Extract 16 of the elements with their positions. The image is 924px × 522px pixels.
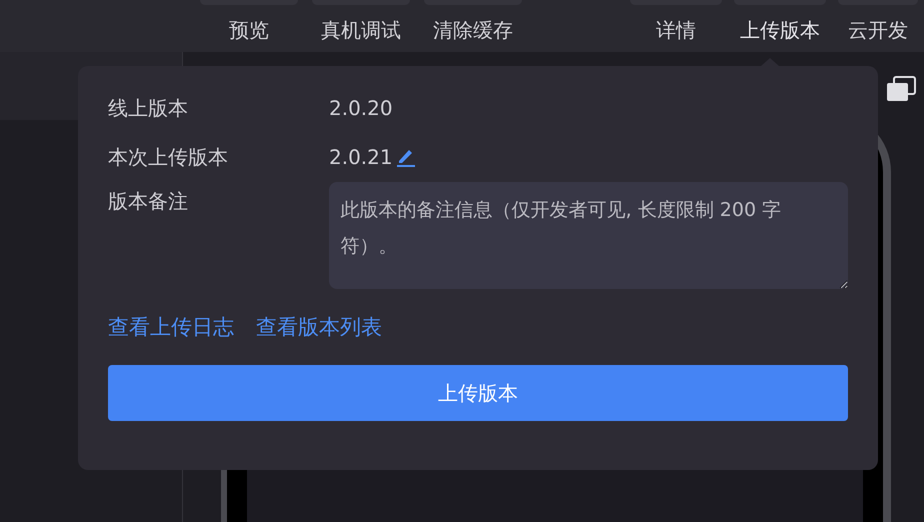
toolbar-button[interactable]: 清除缓存 bbox=[433, 17, 513, 44]
version-note-label: 版本备注 bbox=[108, 188, 189, 215]
toolbar-button[interactable]: 上传版本 bbox=[740, 17, 820, 44]
windows-stack-icon[interactable] bbox=[886, 76, 916, 102]
upload-version-button[interactable]: 上传版本 bbox=[108, 365, 848, 421]
toolbar-button[interactable]: 详情 bbox=[656, 17, 696, 44]
toolbar-button[interactable]: 预览 bbox=[229, 17, 269, 44]
online-version-label: 线上版本 bbox=[108, 94, 189, 122]
upload-version-label: 本次上传版本 bbox=[108, 144, 229, 170]
toolbar-button[interactable]: 真机调试 bbox=[321, 17, 401, 44]
link[interactable]: 查看版本列表 bbox=[256, 313, 382, 341]
link[interactable]: 查看上传日志 bbox=[108, 313, 234, 341]
toolbar-button[interactable]: 云开发 bbox=[848, 17, 908, 44]
upload-version-value: 2.0.21 bbox=[329, 145, 393, 169]
online-version-value: 2.0.20 bbox=[329, 96, 393, 120]
version-note-field[interactable]: 此版本的备注信息（仅开发者可见, 长度限制 200 字符）。 bbox=[328, 182, 848, 289]
